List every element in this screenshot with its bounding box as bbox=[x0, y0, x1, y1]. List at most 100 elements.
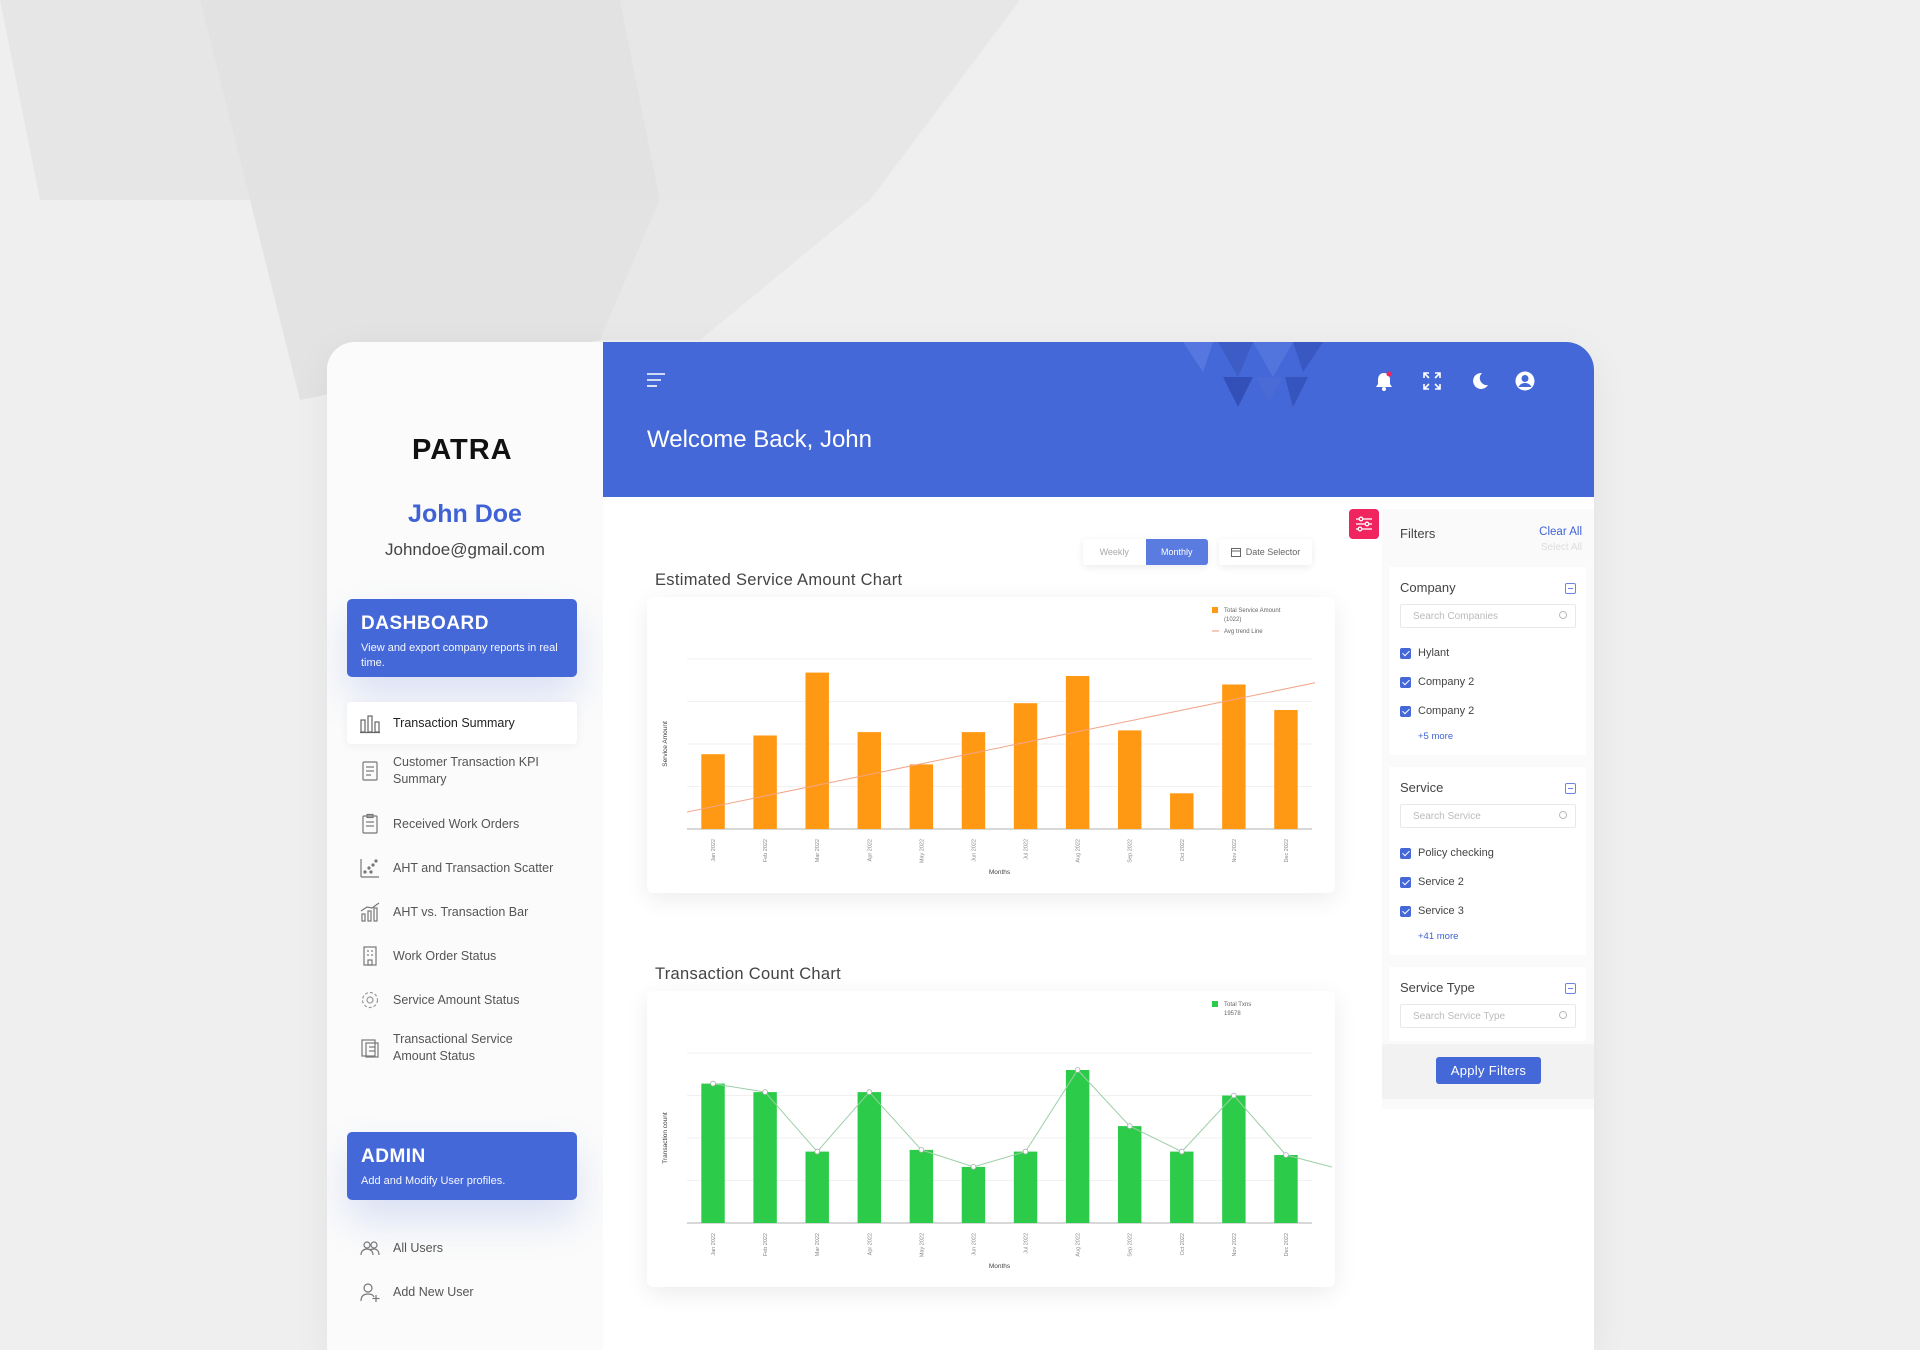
nav-transaction-summary[interactable]: Transaction Summary bbox=[347, 702, 577, 744]
filters-panel: Filters Clear All Select All Company Sea… bbox=[1382, 509, 1594, 1109]
service-type-search-input[interactable]: Search Service Type bbox=[1400, 1004, 1576, 1028]
bar bbox=[857, 1092, 882, 1223]
add-user-icon bbox=[360, 1283, 380, 1302]
x-tick-label: Jul 2022 bbox=[1024, 839, 1030, 860]
data-point bbox=[814, 1148, 821, 1155]
trend-line bbox=[686, 682, 1316, 813]
nav-all-users[interactable]: All Users bbox=[347, 1227, 577, 1269]
nav-customer-kpi[interactable]: Customer Transaction KPI Summary bbox=[347, 746, 577, 796]
legend-swatch bbox=[1212, 607, 1218, 613]
data-point bbox=[1283, 1152, 1289, 1158]
collapse-icon[interactable] bbox=[1565, 983, 1576, 994]
company-search-input[interactable]: Search Companies bbox=[1400, 604, 1576, 628]
menu-icon[interactable] bbox=[647, 372, 667, 388]
bar bbox=[1274, 1155, 1298, 1223]
user-name: John Doe bbox=[408, 500, 522, 528]
bar bbox=[753, 1092, 777, 1223]
bar bbox=[1013, 703, 1038, 829]
x-tick-label: Jul 2022 bbox=[1024, 1233, 1030, 1254]
admin-section[interactable]: ADMIN Add and Modify User profiles. bbox=[347, 1132, 577, 1200]
x-tick-label: Mar 2022 bbox=[815, 839, 821, 862]
nav-work-order-status[interactable]: Work Order Status bbox=[347, 935, 577, 977]
bar bbox=[753, 735, 777, 829]
service-more-link[interactable]: +41 more bbox=[1418, 931, 1458, 942]
period-toggle[interactable]: Weekly Monthly bbox=[1083, 539, 1208, 565]
y-axis-label: Service Amount bbox=[662, 721, 669, 767]
admin-subtitle: Add and Modify User profiles. bbox=[361, 1175, 506, 1187]
moon-icon[interactable] bbox=[1468, 370, 1490, 392]
date-selector[interactable]: Date Selector bbox=[1219, 539, 1312, 565]
data-point bbox=[866, 1089, 873, 1095]
company-checkbox-2a[interactable]: Company 2 bbox=[1400, 676, 1474, 688]
sliders-icon bbox=[1356, 516, 1372, 532]
bell-icon[interactable] bbox=[1373, 370, 1395, 392]
x-tick-label: Oct 2022 bbox=[1180, 1233, 1186, 1255]
company-more-link[interactable]: +5 more bbox=[1418, 731, 1453, 742]
monthly-tab[interactable]: Monthly bbox=[1145, 539, 1208, 565]
nav-aht-scatter[interactable]: AHT and Transaction Scatter bbox=[347, 847, 577, 889]
select-all-link[interactable]: Select All bbox=[1541, 542, 1582, 553]
data-point bbox=[970, 1164, 977, 1170]
x-tick-label: Nov 2022 bbox=[1232, 839, 1238, 863]
x-tick-label: Jun 2022 bbox=[971, 839, 977, 862]
bar bbox=[1117, 1126, 1142, 1223]
company-checkbox-2b[interactable]: Company 2 bbox=[1400, 705, 1474, 717]
legend-label: Total Service Amount bbox=[1224, 608, 1281, 614]
bar bbox=[909, 764, 934, 829]
nav-add-new-user[interactable]: Add New User bbox=[347, 1271, 577, 1313]
nav-transactional-service-amount[interactable]: Transactional Service Amount Status bbox=[347, 1023, 577, 1073]
company-checkbox-hylant[interactable]: Hylant bbox=[1400, 647, 1449, 659]
x-tick-label: Dec 2022 bbox=[1284, 839, 1290, 863]
data-point bbox=[1126, 1123, 1133, 1129]
top-header: Welcome Back, John bbox=[603, 342, 1594, 497]
patra-logo: PATRA bbox=[412, 434, 513, 466]
service-search-input[interactable]: Search Service bbox=[1400, 804, 1576, 828]
y-axis-label: Transaction count bbox=[662, 1112, 669, 1164]
service-amount-chart: Jan 2022 Feb 2022 Mar 2022 Apr 2022 May 2022… bbox=[662, 607, 1316, 876]
bar bbox=[805, 1151, 829, 1223]
bar bbox=[1117, 730, 1142, 829]
search-icon bbox=[1559, 1011, 1567, 1019]
bar bbox=[1222, 1095, 1246, 1223]
collapse-icon[interactable] bbox=[1565, 783, 1576, 794]
account-icon[interactable] bbox=[1514, 370, 1536, 392]
bar bbox=[1170, 793, 1194, 829]
x-tick-label: Feb 2022 bbox=[763, 1233, 769, 1256]
x-tick-label: Apr 2022 bbox=[867, 1233, 873, 1255]
checkbox-icon bbox=[1400, 905, 1411, 917]
nav-aht-bar[interactable]: AHT vs. Transaction Bar bbox=[347, 891, 577, 933]
apply-filters-button[interactable]: Apply Filters bbox=[1436, 1057, 1541, 1084]
filter-toggle-button[interactable] bbox=[1349, 509, 1379, 539]
transaction-chart-card: Jan 2022 Feb 2022 Mar 2022 Apr 2022 May 2022… bbox=[647, 991, 1335, 1287]
service-chart-card: Jan 2022 Feb 2022 Mar 2022 Apr 2022 May 2022… bbox=[647, 597, 1335, 893]
x-tick-label: Sep 2022 bbox=[1128, 839, 1134, 863]
service-checkbox-3[interactable]: Service 3 bbox=[1400, 905, 1464, 917]
weekly-tab[interactable]: Weekly bbox=[1083, 539, 1146, 565]
service-type-filter-group: Service Type Search Service Type bbox=[1389, 967, 1586, 1041]
bar bbox=[1065, 676, 1090, 829]
x-tick-label: Dec 2022 bbox=[1284, 1233, 1290, 1257]
nav-received-work-orders[interactable]: Received Work Orders bbox=[347, 803, 577, 845]
data-point bbox=[1074, 1067, 1081, 1073]
gear-icon bbox=[361, 991, 379, 1009]
calendar-icon bbox=[1230, 548, 1241, 557]
service-checkbox-policy[interactable]: Policy checking bbox=[1400, 847, 1494, 859]
header-pattern bbox=[1183, 342, 1323, 407]
x-tick-label: Aug 2022 bbox=[1076, 1233, 1082, 1257]
fullscreen-icon[interactable] bbox=[1421, 370, 1443, 392]
bar bbox=[1222, 684, 1246, 829]
clear-all-link[interactable]: Clear All bbox=[1539, 526, 1582, 538]
bar-chart-icon bbox=[360, 715, 380, 734]
nav-service-amount-status[interactable]: Service Amount Status bbox=[347, 979, 577, 1021]
collapse-icon[interactable] bbox=[1565, 583, 1576, 594]
transaction-count-chart: Jan 2022 Feb 2022 Mar 2022 Apr 2022 May 2022… bbox=[662, 1001, 1333, 1270]
data-point bbox=[710, 1080, 716, 1087]
dashboard-section[interactable]: DASHBOARD View and export company report… bbox=[347, 599, 577, 677]
filters-title: Filters bbox=[1400, 526, 1436, 541]
data-point bbox=[918, 1147, 925, 1153]
apply-bar: Apply Filters bbox=[1382, 1044, 1594, 1099]
service-checkbox-2[interactable]: Service 2 bbox=[1400, 876, 1464, 888]
data-point bbox=[1231, 1092, 1237, 1099]
bar bbox=[1065, 1070, 1090, 1223]
bar bbox=[1013, 1151, 1038, 1223]
